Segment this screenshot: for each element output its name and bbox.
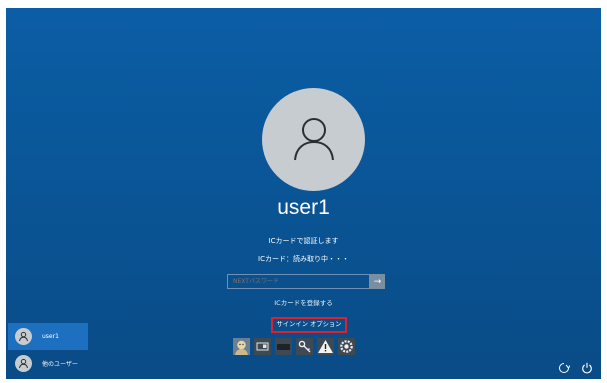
user-item-label: 他のユーザー [42,361,78,368]
user-switcher: user1 他のユーザー [8,323,88,377]
screen-border-top [0,0,607,8]
screen-border-left [0,0,6,383]
signin-options-link[interactable]: サインイン オプション [271,317,347,333]
ic-card-status-message: ICカード：読み取り中・・・ [258,255,349,263]
ic-card-auth-message: ICカードで認証します [268,237,339,245]
key-icon[interactable] [296,338,313,355]
card-icon[interactable] [275,338,292,355]
user-icon [19,358,28,369]
id-card-icon[interactable] [254,338,271,355]
screen-border-bottom [0,379,607,383]
system-buttons [558,362,593,374]
credential-provider-row [233,338,355,355]
password-field-group: → [227,274,385,289]
next-password-input[interactable] [227,274,370,289]
user-icon [293,117,334,160]
username-label: user1 [277,196,330,219]
gear-icon[interactable] [338,338,355,355]
avatar [15,328,32,345]
power-icon[interactable] [581,362,593,374]
register-ic-card-link[interactable]: ICカードを登録する [0,297,607,307]
user-icon [19,331,28,342]
screen-border-right [601,0,607,383]
user-item-label: user1 [42,333,59,340]
user-avatar-large [262,88,365,191]
submit-arrow-button[interactable]: → [370,274,385,289]
avatar [15,355,32,372]
warning-icon[interactable] [317,338,334,355]
user-item-other-user[interactable]: 他のユーザー [8,350,88,377]
arrow-right-icon: → [373,276,382,287]
user-item-user1[interactable]: user1 [8,323,88,350]
accessibility-icon[interactable] [558,362,570,374]
face-icon[interactable] [233,338,250,355]
